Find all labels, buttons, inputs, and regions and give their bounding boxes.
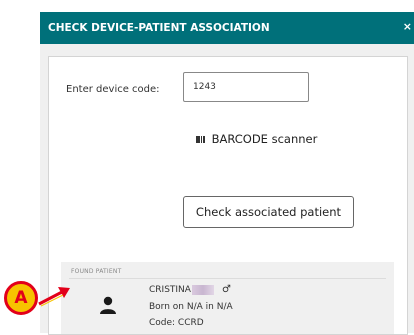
close-icon[interactable]: × bbox=[403, 20, 412, 33]
found-patient-label: FOUND PATIENT bbox=[71, 268, 122, 275]
callout-arrow-icon bbox=[38, 287, 70, 307]
callout-letter: A bbox=[14, 288, 28, 308]
dialog-panel: Enter device code: BARCODE scanner Check… bbox=[48, 56, 408, 335]
device-patient-dialog: CHECK DEVICE-PATIENT ASSOCIATION × Enter… bbox=[40, 12, 414, 335]
check-associated-patient-button[interactable]: Check associated patient bbox=[183, 196, 354, 228]
barcode-scanner-label: BARCODE scanner bbox=[211, 132, 318, 146]
device-code-label: Enter device code: bbox=[66, 84, 160, 95]
patient-code: Code: CCRD bbox=[149, 318, 204, 328]
barcode-scanner-button[interactable]: BARCODE scanner bbox=[196, 132, 317, 146]
found-patient-section: FOUND PATIENT CRISTINA ♂ Born on N/A in … bbox=[61, 262, 394, 334]
device-code-input[interactable] bbox=[183, 72, 309, 102]
patient-birth-info: Born on N/A in N/A bbox=[149, 302, 233, 312]
callout-marker: A bbox=[4, 281, 38, 315]
male-icon: ♂ bbox=[221, 284, 231, 295]
divider bbox=[69, 278, 386, 279]
patient-name-row: CRISTINA ♂ bbox=[149, 284, 231, 295]
patient-name: CRISTINA bbox=[149, 284, 191, 295]
barcode-icon bbox=[196, 135, 206, 143]
dialog-titlebar: CHECK DEVICE-PATIENT ASSOCIATION × bbox=[40, 12, 414, 44]
redacted-surname bbox=[191, 284, 214, 295]
dialog-title: CHECK DEVICE-PATIENT ASSOCIATION bbox=[48, 22, 270, 34]
person-icon bbox=[100, 296, 116, 314]
